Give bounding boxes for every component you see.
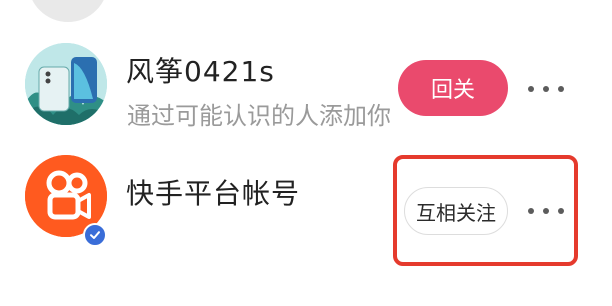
avatar-image bbox=[25, 43, 107, 125]
verified-check-icon bbox=[83, 223, 107, 247]
avatar-previous-item[interactable] bbox=[28, 0, 108, 22]
contact-source: 通过可能认识的人添加你 bbox=[127, 102, 391, 130]
list-item[interactable]: 风筝0421s 通过可能认识的人添加你 回关 bbox=[0, 28, 612, 148]
mutual-follow-button[interactable]: 互相关注 bbox=[404, 187, 508, 235]
more-dots-icon[interactable] bbox=[528, 77, 564, 101]
contact-name: 快手平台帐号 bbox=[126, 177, 301, 210]
contact-name: 风筝0421s bbox=[126, 55, 275, 88]
more-dots-icon[interactable] bbox=[528, 199, 564, 223]
avatar[interactable] bbox=[25, 43, 107, 125]
follow-back-button[interactable]: 回关 bbox=[398, 60, 508, 116]
